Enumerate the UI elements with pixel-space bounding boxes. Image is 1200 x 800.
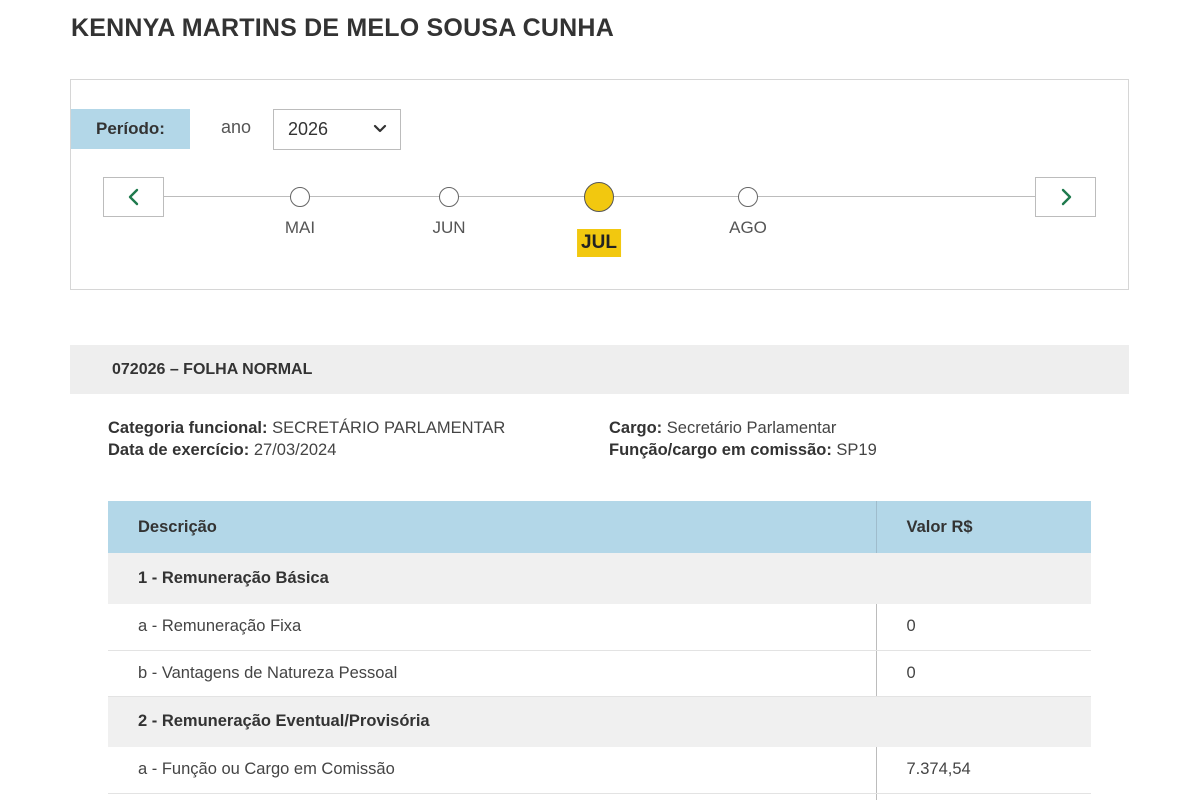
table-row: a - Remuneração Fixa 0	[108, 604, 1091, 651]
data-exercicio-label: Data de exercício:	[108, 441, 250, 459]
funcao-label: Função/cargo em comissão:	[609, 441, 832, 459]
period-label: Período:	[71, 109, 190, 149]
chevron-right-icon	[1061, 188, 1071, 206]
folha-header: 072026 – FOLHA NORMAL	[70, 345, 1129, 394]
table-row: a - Função ou Cargo em Comissão 7.374,54	[108, 747, 1091, 794]
cargo-label: Cargo:	[609, 419, 663, 437]
month-dot-ago[interactable]	[738, 187, 758, 207]
chevron-down-icon	[373, 124, 387, 133]
table-section-row: 2 - Remuneração Eventual/Provisória	[108, 696, 1091, 747]
column-header-descricao: Descrição	[108, 501, 876, 553]
categoria-value: SECRETÁRIO PARLAMENTAR	[272, 419, 506, 437]
month-label-ago[interactable]: AGO	[729, 218, 767, 238]
year-prefix-label: ano	[221, 117, 252, 137]
remuneracao-table: Descrição Valor R$ 1 - Remuneração Básic…	[108, 501, 1091, 800]
categoria-label: Categoria funcional:	[108, 419, 268, 437]
row-label: a - Função ou Cargo em Comissão	[108, 747, 876, 794]
table-section-row: 1 - Remuneração Básica	[108, 553, 1091, 604]
row-label: b - Vantagens de Natureza Pessoal	[108, 650, 876, 697]
table-header-row: Descrição Valor R$	[108, 501, 1091, 553]
row-value: 0	[875, 604, 1091, 651]
next-month-button[interactable]	[1035, 177, 1096, 217]
row-value	[875, 793, 1091, 800]
month-label-jun[interactable]: JUN	[432, 218, 465, 238]
period-selector: Período: ano 2026 R MAI JUN JUL AGO	[70, 79, 1129, 290]
prev-month-button[interactable]	[103, 177, 164, 217]
month-dot-mai[interactable]	[290, 187, 310, 207]
chevron-left-icon	[128, 188, 138, 206]
row-label: a - Remuneração Fixa	[108, 604, 876, 651]
folha-info-right: Cargo: Secretário Parlamentar Função/car…	[609, 417, 877, 461]
month-label-jul-active[interactable]: JUL	[577, 229, 621, 257]
table-row	[108, 793, 1091, 800]
section-label: 2 - Remuneração Eventual/Provisória	[108, 696, 1091, 747]
cargo-value: Secretário Parlamentar	[666, 419, 837, 437]
row-value: 7.374,54	[875, 747, 1091, 794]
month-dot-jun[interactable]	[439, 187, 459, 207]
row-value: 0	[875, 650, 1091, 697]
month-dot-jul-active[interactable]	[584, 182, 614, 212]
page-title: KENNYA MARTINS DE MELO SOUSA CUNHA	[71, 14, 614, 42]
month-label-mai[interactable]: MAI	[285, 218, 315, 238]
row-label	[108, 793, 876, 800]
year-select[interactable]: 2026	[273, 109, 401, 150]
year-select-value: 2026	[288, 119, 329, 139]
section-label: 1 - Remuneração Básica	[108, 553, 1091, 604]
funcao-value: SP19	[836, 441, 877, 459]
table-row: b - Vantagens de Natureza Pessoal 0	[108, 650, 1091, 697]
timeline-partial-month[interactable]: R	[164, 218, 184, 242]
folha-info-left: Categoria funcional: SECRETÁRIO PARLAMEN…	[108, 417, 505, 461]
data-exercicio-value: 27/03/2024	[253, 441, 337, 459]
column-header-valor: Valor R$	[875, 501, 1091, 553]
